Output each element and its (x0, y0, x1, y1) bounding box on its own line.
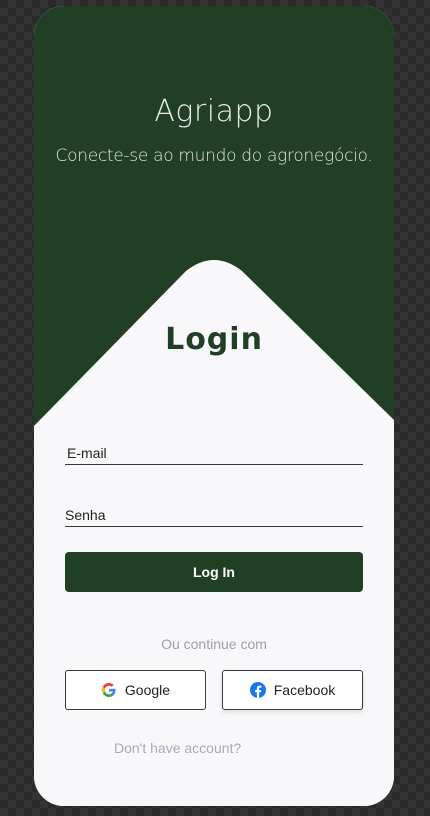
facebook-button-label: Facebook (273, 682, 336, 698)
google-button-label: Google (124, 682, 171, 698)
email-field[interactable] (65, 441, 363, 465)
google-button[interactable]: Google (65, 670, 206, 710)
phone-screen: Agriapp Conecte-se ao mundo do agronegóc… (34, 6, 394, 806)
login-button[interactable]: Log In (65, 552, 363, 592)
signup-link[interactable]: Don't have account? (114, 740, 241, 756)
login-title: Login (165, 322, 263, 357)
facebook-icon (249, 682, 266, 698)
password-field[interactable] (65, 503, 363, 527)
google-icon (101, 682, 117, 698)
facebook-button[interactable]: Facebook (222, 670, 363, 710)
continue-with-label: Ou continue com (161, 636, 267, 652)
